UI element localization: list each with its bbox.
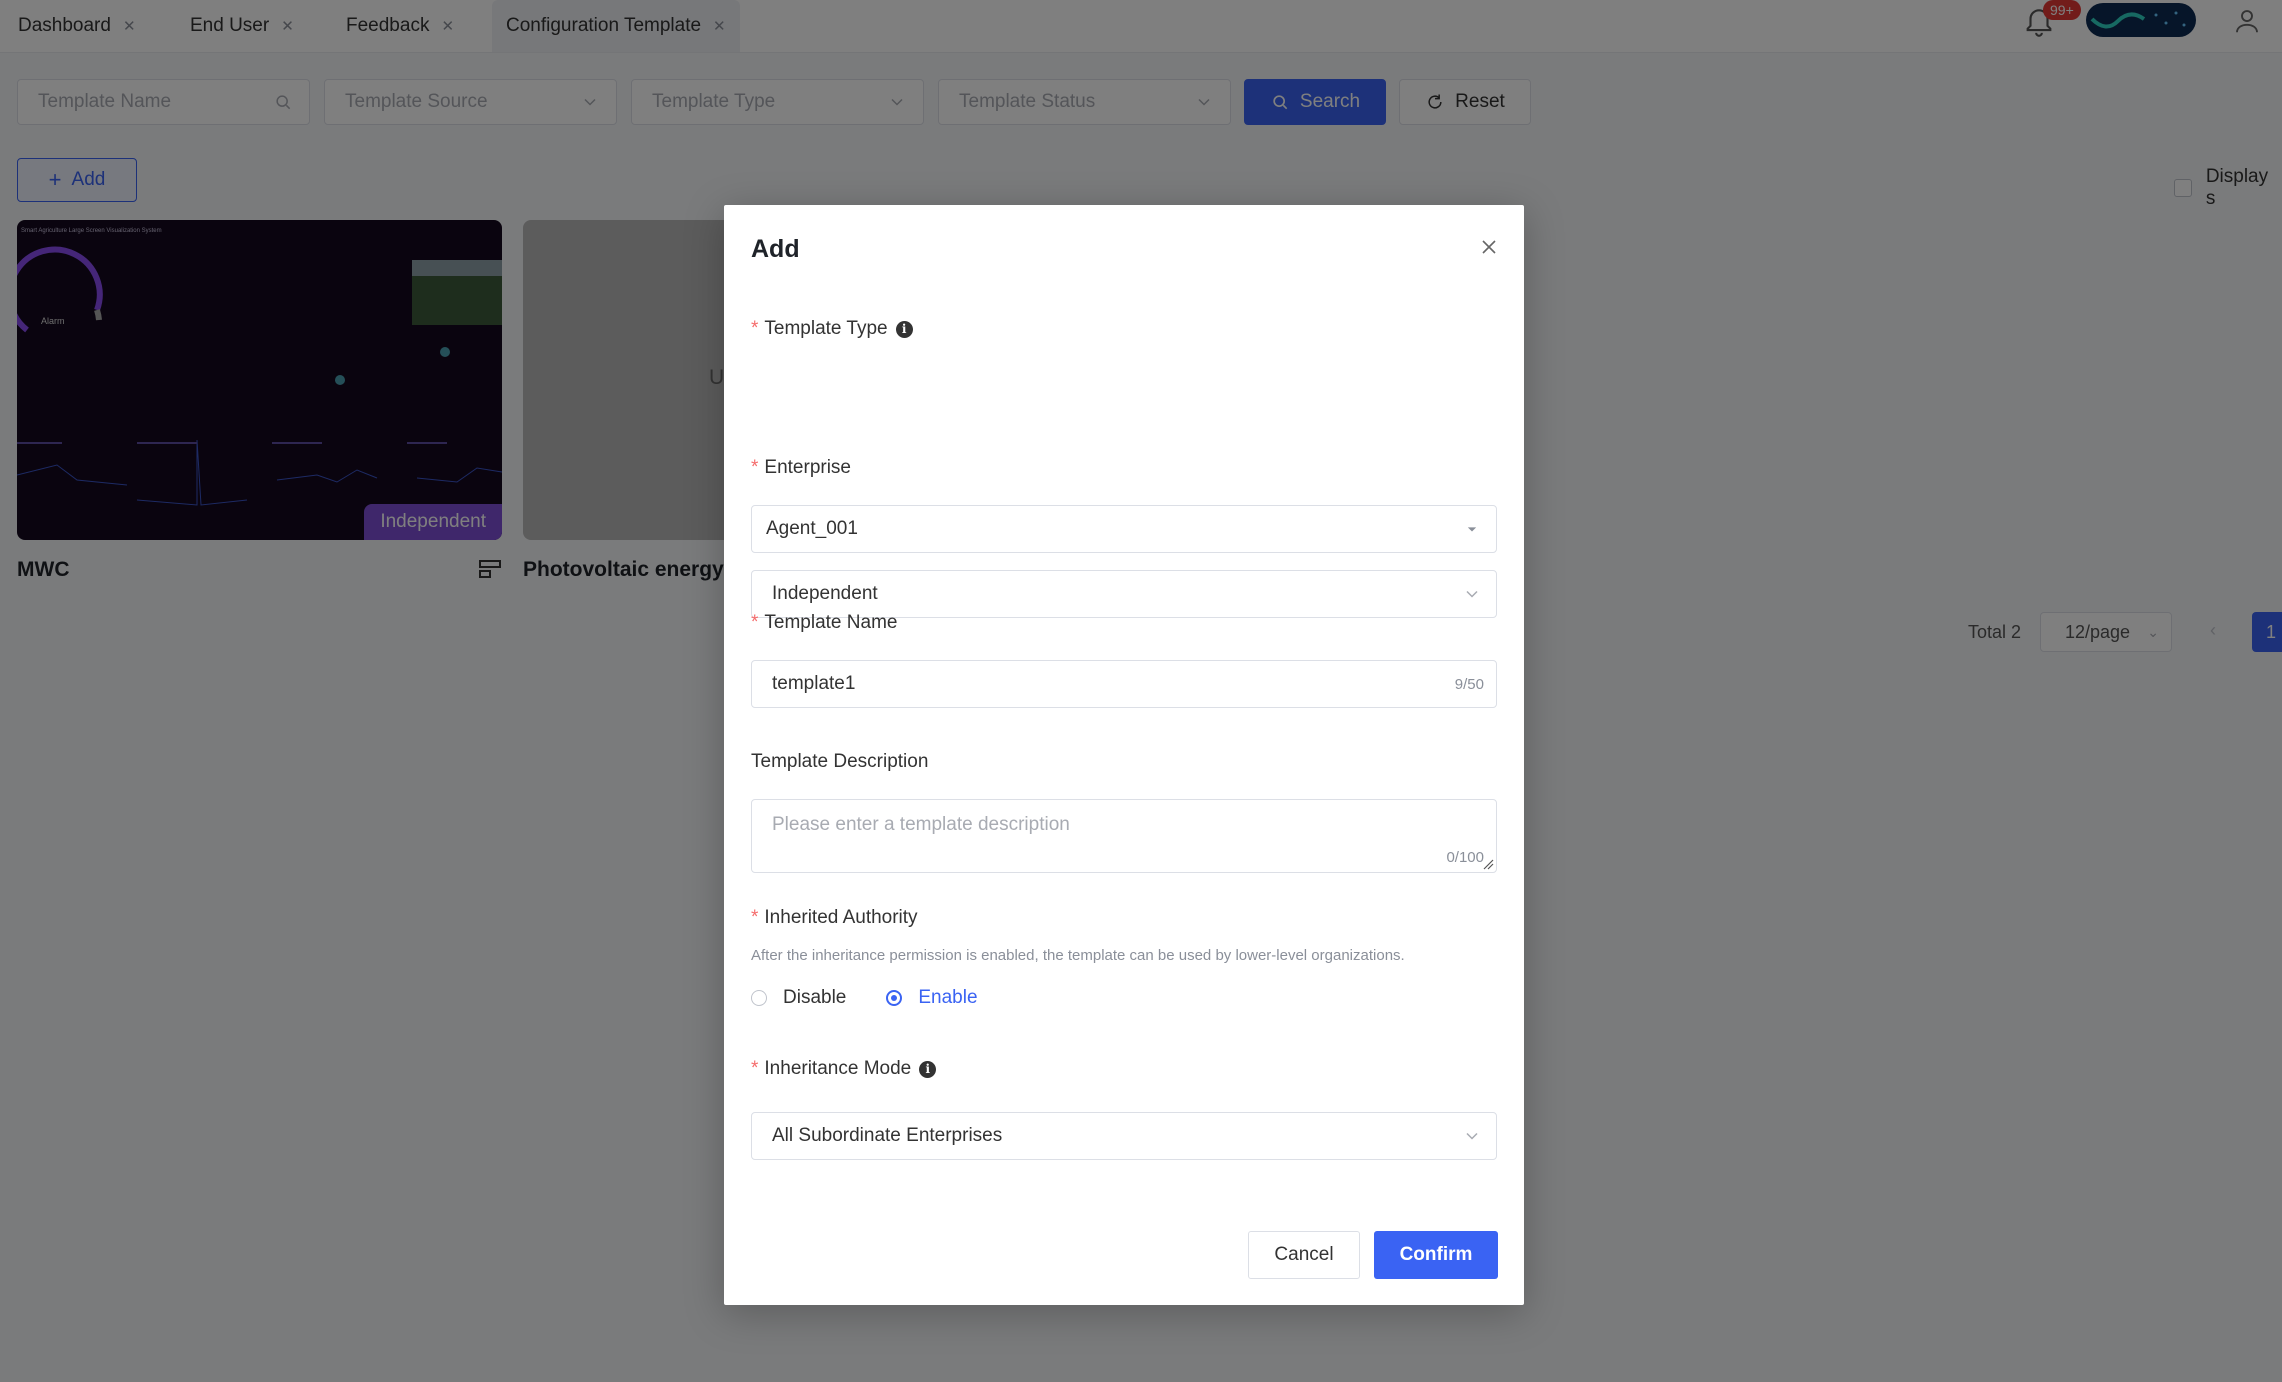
required-mark: * xyxy=(751,907,759,928)
radio-disable[interactable] xyxy=(751,990,767,1006)
info-icon[interactable]: i xyxy=(919,1060,937,1078)
inherited-authority-label-text: Inherited Authority xyxy=(764,907,918,928)
caret-down-icon xyxy=(1467,527,1477,532)
enterprise-value: Agent_001 xyxy=(766,518,858,539)
template-type-label-text: Template Type xyxy=(764,318,888,339)
enterprise-label: * Enterprise xyxy=(751,457,851,479)
chevron-down-icon xyxy=(1466,1132,1478,1140)
template-description-label-text: Template Description xyxy=(751,751,929,772)
chevron-down-icon xyxy=(1466,590,1478,598)
required-mark: * xyxy=(751,457,759,478)
template-name-label-text: Template Name xyxy=(764,612,898,633)
enterprise-select[interactable]: Agent_001 xyxy=(751,505,1497,553)
template-name-label: * Template Name xyxy=(751,612,897,634)
inheritance-mode-label: * Inheritance Mode i xyxy=(751,1058,937,1080)
template-type-value: Independent xyxy=(772,583,878,604)
template-description-field[interactable]: Please enter a template description 0/10… xyxy=(751,799,1497,873)
inherited-authority-label: * Inherited Authority xyxy=(751,907,918,929)
dialog-title: Add xyxy=(751,235,800,263)
close-icon[interactable] xyxy=(1477,235,1501,259)
template-name-value: template1 xyxy=(772,673,856,694)
radio-enable-label[interactable]: Enable xyxy=(918,987,977,1009)
required-mark: * xyxy=(751,1058,759,1079)
confirm-button[interactable]: Confirm xyxy=(1374,1231,1498,1279)
template-description-label: Template Description xyxy=(751,751,928,773)
char-counter: 9/50 xyxy=(1454,675,1484,693)
radio-disable-label[interactable]: Disable xyxy=(783,987,846,1009)
inheritance-mode-label-text: Inheritance Mode xyxy=(764,1058,912,1079)
inheritance-mode-value: All Subordinate Enterprises xyxy=(772,1125,1003,1146)
radio-enable[interactable] xyxy=(886,990,903,1006)
template-type-select[interactable]: Independent xyxy=(751,570,1497,618)
template-name-field[interactable]: template1 9/50 xyxy=(751,660,1497,708)
template-type-label: * Template Type i xyxy=(751,318,913,340)
inherited-authority-hint: After the inheritance permission is enab… xyxy=(751,947,1405,964)
inheritance-mode-select[interactable]: All Subordinate Enterprises xyxy=(751,1112,1497,1160)
info-icon[interactable]: i xyxy=(895,320,913,338)
description-placeholder: Please enter a template description xyxy=(772,814,1070,835)
resize-handle-icon[interactable] xyxy=(1482,858,1494,870)
char-counter: 0/100 xyxy=(1446,849,1484,866)
cancel-button[interactable]: Cancel xyxy=(1248,1231,1360,1279)
add-template-dialog: Add * Template Type i Independent * Ente… xyxy=(724,205,1524,1305)
required-mark: * xyxy=(751,612,759,633)
required-mark: * xyxy=(751,318,759,339)
inherited-authority-radio-group: Disable Enable xyxy=(751,987,1018,1009)
enterprise-label-text: Enterprise xyxy=(764,457,852,478)
